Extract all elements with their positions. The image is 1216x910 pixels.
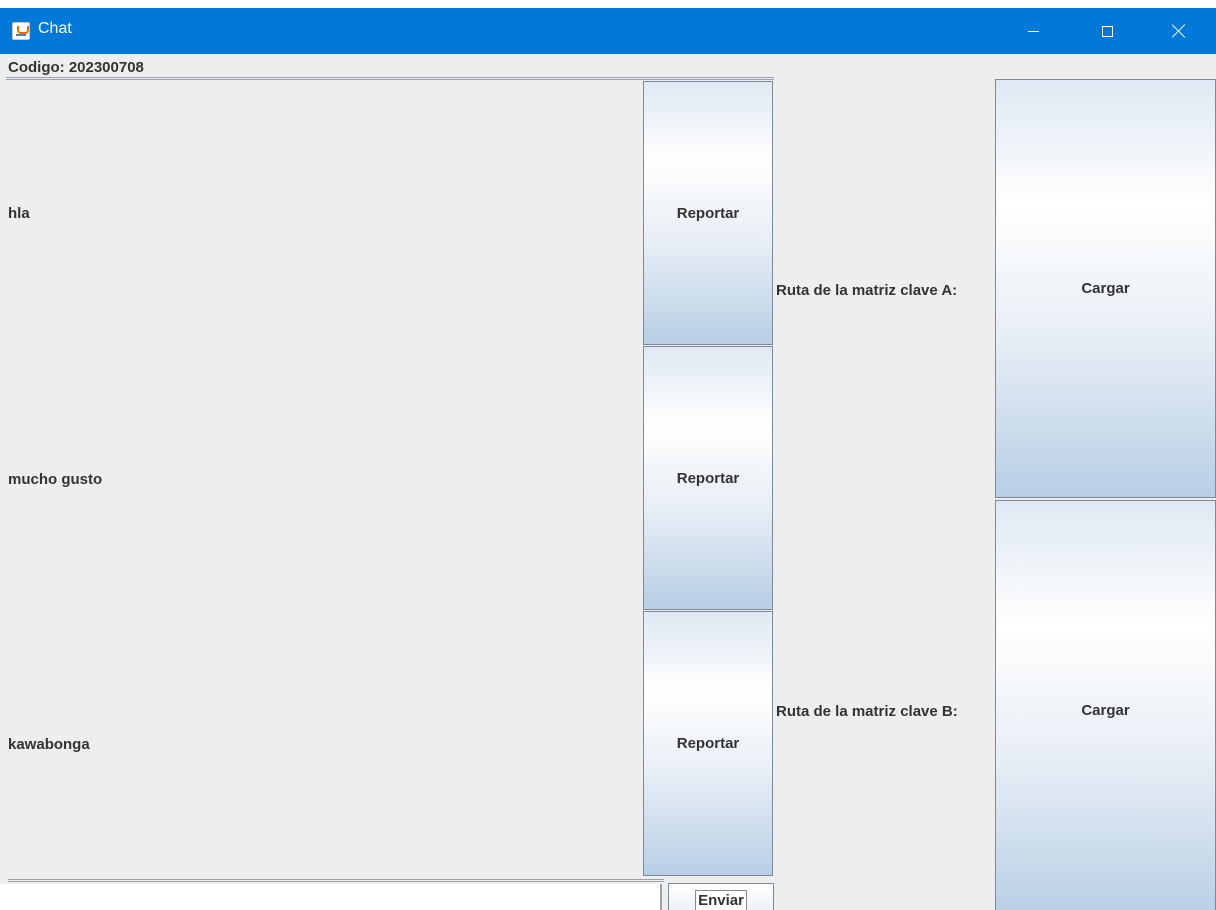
load-key-a-button[interactable]: Cargar (995, 79, 1216, 498)
message-text: mucho gusto (8, 471, 103, 488)
minimize-button[interactable] (996, 8, 1070, 54)
close-icon (1172, 24, 1186, 38)
report-button[interactable]: Reportar (643, 346, 773, 610)
code-label: Codigo: 202300708 (8, 59, 144, 76)
send-button[interactable]: Enviar (668, 883, 774, 910)
java-app-icon (12, 22, 30, 40)
minimize-icon (1027, 30, 1039, 32)
key-a-label: Ruta de la matriz clave A: (776, 282, 958, 299)
title-bar[interactable]: Chat (0, 8, 1216, 54)
chat-window: Chat Codigo: 202300708 hla Reportar much… (0, 8, 1216, 910)
input-divider (8, 879, 664, 882)
load-key-b-button[interactable]: Cargar (995, 500, 1216, 910)
report-button[interactable]: Reportar (643, 611, 773, 876)
window-title: Chat (38, 20, 72, 37)
message-input[interactable] (0, 884, 662, 910)
send-button-label: Enviar (695, 890, 747, 910)
maximize-icon (1101, 25, 1113, 37)
message-text: hla (8, 205, 30, 222)
message-text: kawabonga (8, 736, 90, 753)
maximize-button[interactable] (1070, 8, 1144, 54)
close-button[interactable] (1142, 8, 1216, 54)
key-b-label: Ruta de la matriz clave B: (776, 703, 958, 720)
report-button[interactable]: Reportar (643, 81, 773, 345)
